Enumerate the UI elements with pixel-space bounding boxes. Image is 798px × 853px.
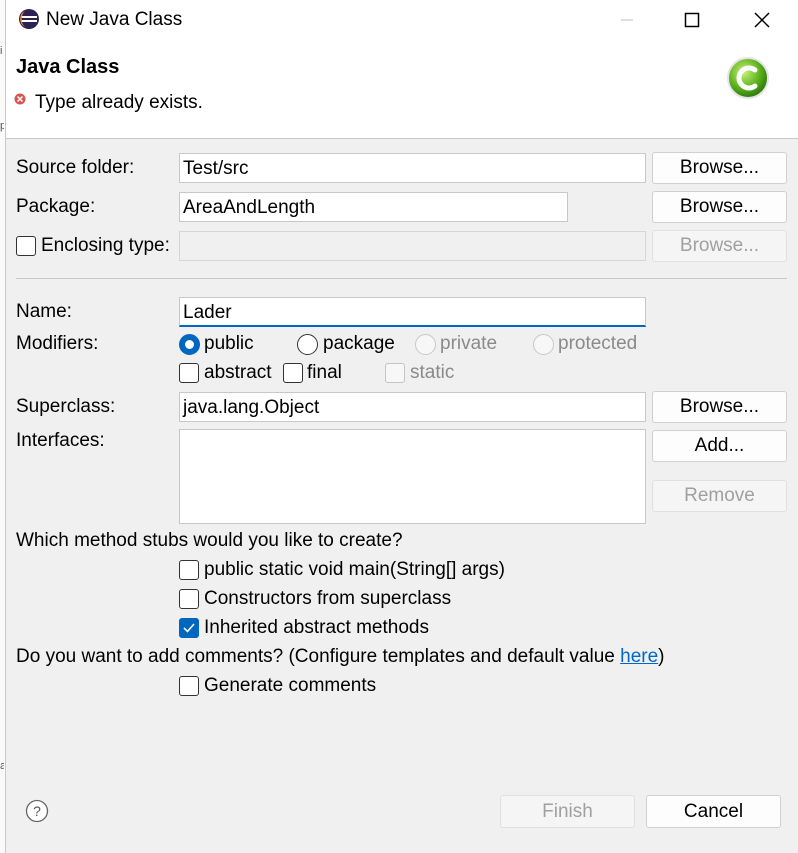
source-folder-label: Source folder: xyxy=(16,157,135,178)
inherited-methods-label: Inherited abstract methods xyxy=(204,617,429,638)
name-label: Name: xyxy=(16,301,72,322)
enclosing-type-input xyxy=(179,231,646,261)
inherited-methods-checkbox[interactable] xyxy=(179,618,199,638)
help-icon[interactable]: ? xyxy=(25,799,49,823)
private-radio xyxy=(415,334,436,355)
package-radio[interactable] xyxy=(297,334,318,355)
error-icon xyxy=(14,93,26,105)
page-title: Java Class xyxy=(16,56,120,78)
error-message: Type already exists. xyxy=(35,92,203,113)
public-radio[interactable] xyxy=(179,334,200,355)
constructors-label: Constructors from superclass xyxy=(204,588,452,609)
remove-interface-button: Remove xyxy=(652,480,787,512)
abstract-checkbox[interactable] xyxy=(179,363,199,383)
superclass-label: Superclass: xyxy=(16,396,116,417)
enclosing-type-browse-button: Browse... xyxy=(652,230,787,262)
new-java-class-dialog: New Java Class Java Class Type already e… xyxy=(5,0,798,853)
svg-text:?: ? xyxy=(33,803,41,819)
enclosing-type-checkbox[interactable] xyxy=(16,236,36,256)
class-name-input[interactable]: Lader xyxy=(179,297,646,327)
close-icon xyxy=(754,12,770,28)
interfaces-label: Interfaces: xyxy=(16,430,105,451)
package-input[interactable]: AreaAndLength xyxy=(179,192,568,222)
comments-question-close: ) xyxy=(658,646,665,667)
abstract-label: abstract xyxy=(204,362,272,383)
separator xyxy=(16,278,787,279)
source-folder-browse-button[interactable]: Browse... xyxy=(652,152,787,184)
maximize-icon xyxy=(684,12,700,28)
protected-radio xyxy=(533,334,554,355)
generate-comments-checkbox[interactable] xyxy=(179,676,199,696)
wizard-header: Java Class Type already exists. xyxy=(6,40,798,139)
comments-question: Do you want to add comments? (Configure … xyxy=(16,646,664,668)
background-mark: i xyxy=(0,45,3,57)
package-label: Package: xyxy=(16,196,96,217)
superclass-input[interactable]: java.lang.Object xyxy=(179,392,646,422)
static-label: static xyxy=(410,362,455,383)
source-folder-input[interactable]: Test/src xyxy=(179,153,646,183)
main-method-checkbox[interactable] xyxy=(179,560,199,580)
package-radio-label: package xyxy=(323,333,395,354)
interfaces-list[interactable] xyxy=(179,429,646,524)
minimize-icon xyxy=(621,19,633,21)
final-label: final xyxy=(307,362,342,383)
private-radio-label: private xyxy=(440,333,498,354)
superclass-browse-button[interactable]: Browse... xyxy=(652,391,787,423)
static-checkbox xyxy=(385,363,405,383)
method-stubs-question: Which method stubs would you like to cre… xyxy=(16,530,403,551)
cancel-button[interactable]: Cancel xyxy=(646,795,781,828)
finish-button: Finish xyxy=(500,795,635,828)
modifiers-label: Modifiers: xyxy=(16,333,99,354)
add-interface-button[interactable]: Add... xyxy=(652,430,787,462)
java-class-wizard-icon xyxy=(727,57,769,99)
configure-templates-link[interactable]: here xyxy=(620,646,658,667)
enclosing-type-label: Enclosing type: xyxy=(41,235,170,256)
title-bar[interactable]: New Java Class xyxy=(6,0,798,40)
main-method-label: public static void main(String[] args) xyxy=(204,559,505,580)
close-button[interactable] xyxy=(727,0,797,40)
background-mark: a xyxy=(0,760,4,772)
eclipse-app-icon xyxy=(19,9,39,29)
final-checkbox[interactable] xyxy=(283,363,303,383)
background-mark: p xyxy=(0,120,4,132)
checkmark-icon xyxy=(183,623,195,633)
protected-radio-label: protected xyxy=(558,333,638,354)
generate-comments-label: Generate comments xyxy=(204,675,377,696)
comments-question-text: Do you want to add comments? (Configure … xyxy=(16,646,621,667)
minimize-button[interactable] xyxy=(592,0,662,40)
constructors-checkbox[interactable] xyxy=(179,589,199,609)
window-title: New Java Class xyxy=(46,9,183,30)
maximize-button[interactable] xyxy=(657,0,727,40)
package-browse-button[interactable]: Browse... xyxy=(652,191,787,223)
public-radio-label: public xyxy=(204,333,254,354)
